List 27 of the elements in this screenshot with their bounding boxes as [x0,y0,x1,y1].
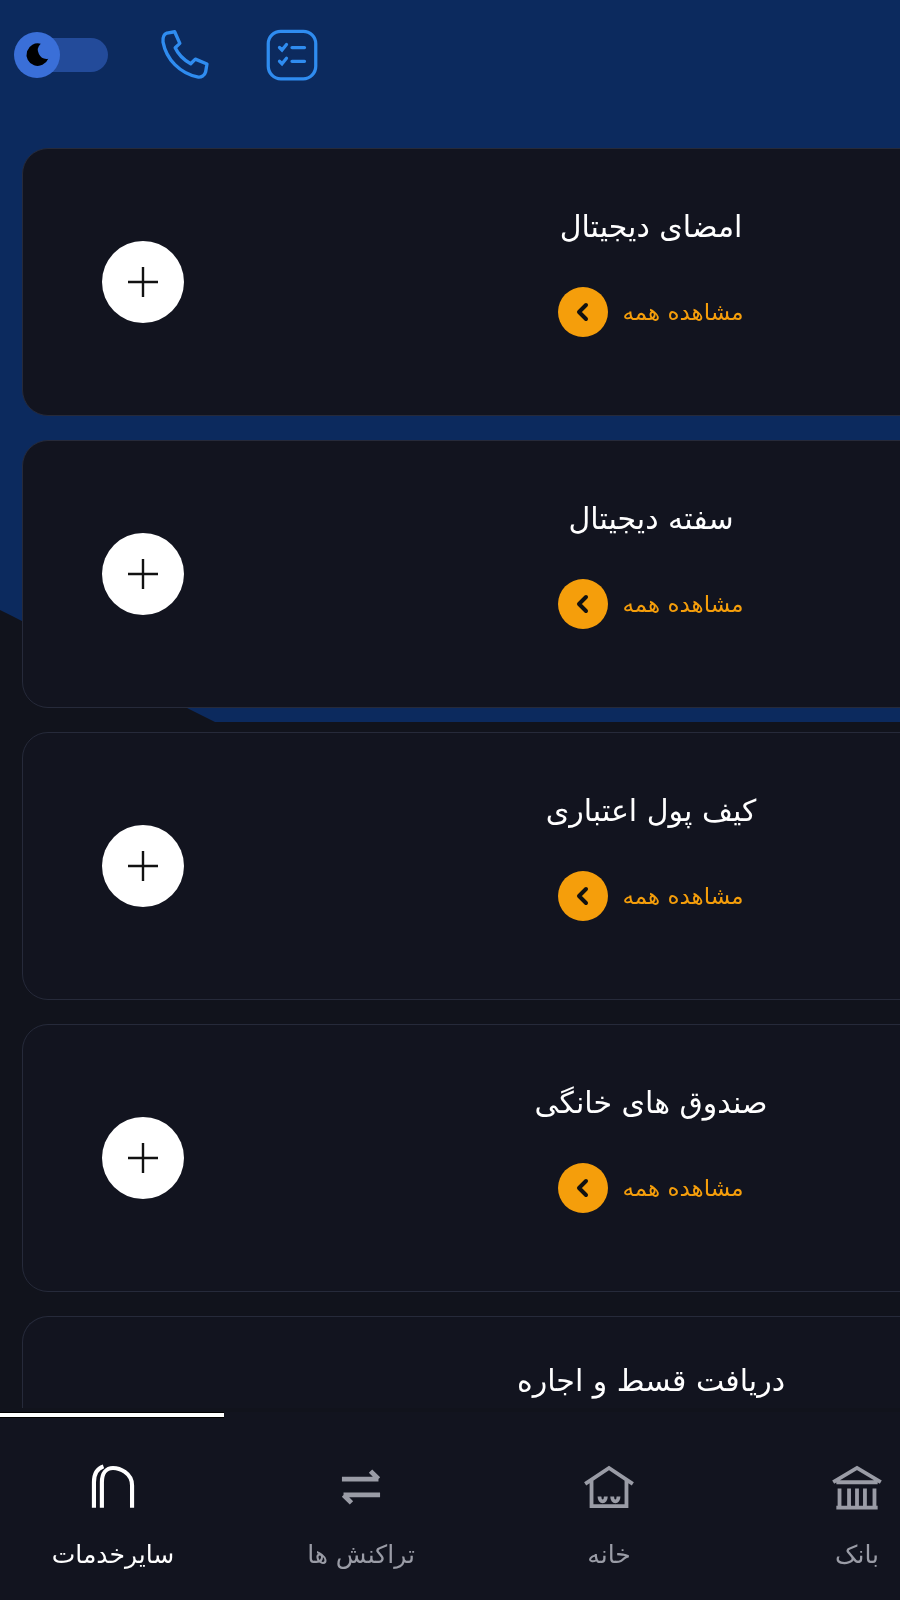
see-all-link[interactable]: مشاهده همه [558,1163,744,1213]
service-card[interactable]: امضای دیجیتال مشاهده همه [22,148,900,416]
see-all-link[interactable]: مشاهده همه [558,287,744,337]
nav-tab[interactable]: خانه [485,1412,733,1600]
dark-mode-toggle[interactable] [14,35,108,75]
plus-icon [125,556,161,592]
service-card[interactable]: صندوق های خانگی مشاهده همه [22,1024,900,1292]
service-card[interactable]: دریافت قسط و اجاره [22,1316,900,1408]
card-title: کیف پول اعتباری [545,792,757,831]
chevron-left-icon [558,287,609,337]
card-title: سفته دیجیتال [568,500,734,538]
plus-icon [125,1140,161,1176]
nav-tab[interactable]: سایرخدمات [0,1412,237,1600]
service-card[interactable]: سفته دیجیتال مشاهده همه [22,440,900,708]
see-all-link[interactable]: مشاهده همه [558,871,744,921]
card-title: صندوق های خانگی [534,1084,768,1123]
chevron-left-icon [558,871,609,921]
plus-icon [125,264,161,300]
nav-tab[interactable]: تراکنش ها [237,1412,485,1600]
nav-tab[interactable]: بانک [733,1412,900,1600]
chevron-left-icon [558,579,609,629]
chevron-left-icon [558,1163,609,1213]
see-all-link[interactable]: مشاهده همه [558,579,744,629]
card-title: امضای دیجیتال [559,208,743,246]
service-card[interactable]: کیف پول اعتباری مشاهده همه [22,732,900,1000]
card-title: دریافت قسط و اجاره [517,1362,786,1401]
plus-icon [125,848,161,884]
